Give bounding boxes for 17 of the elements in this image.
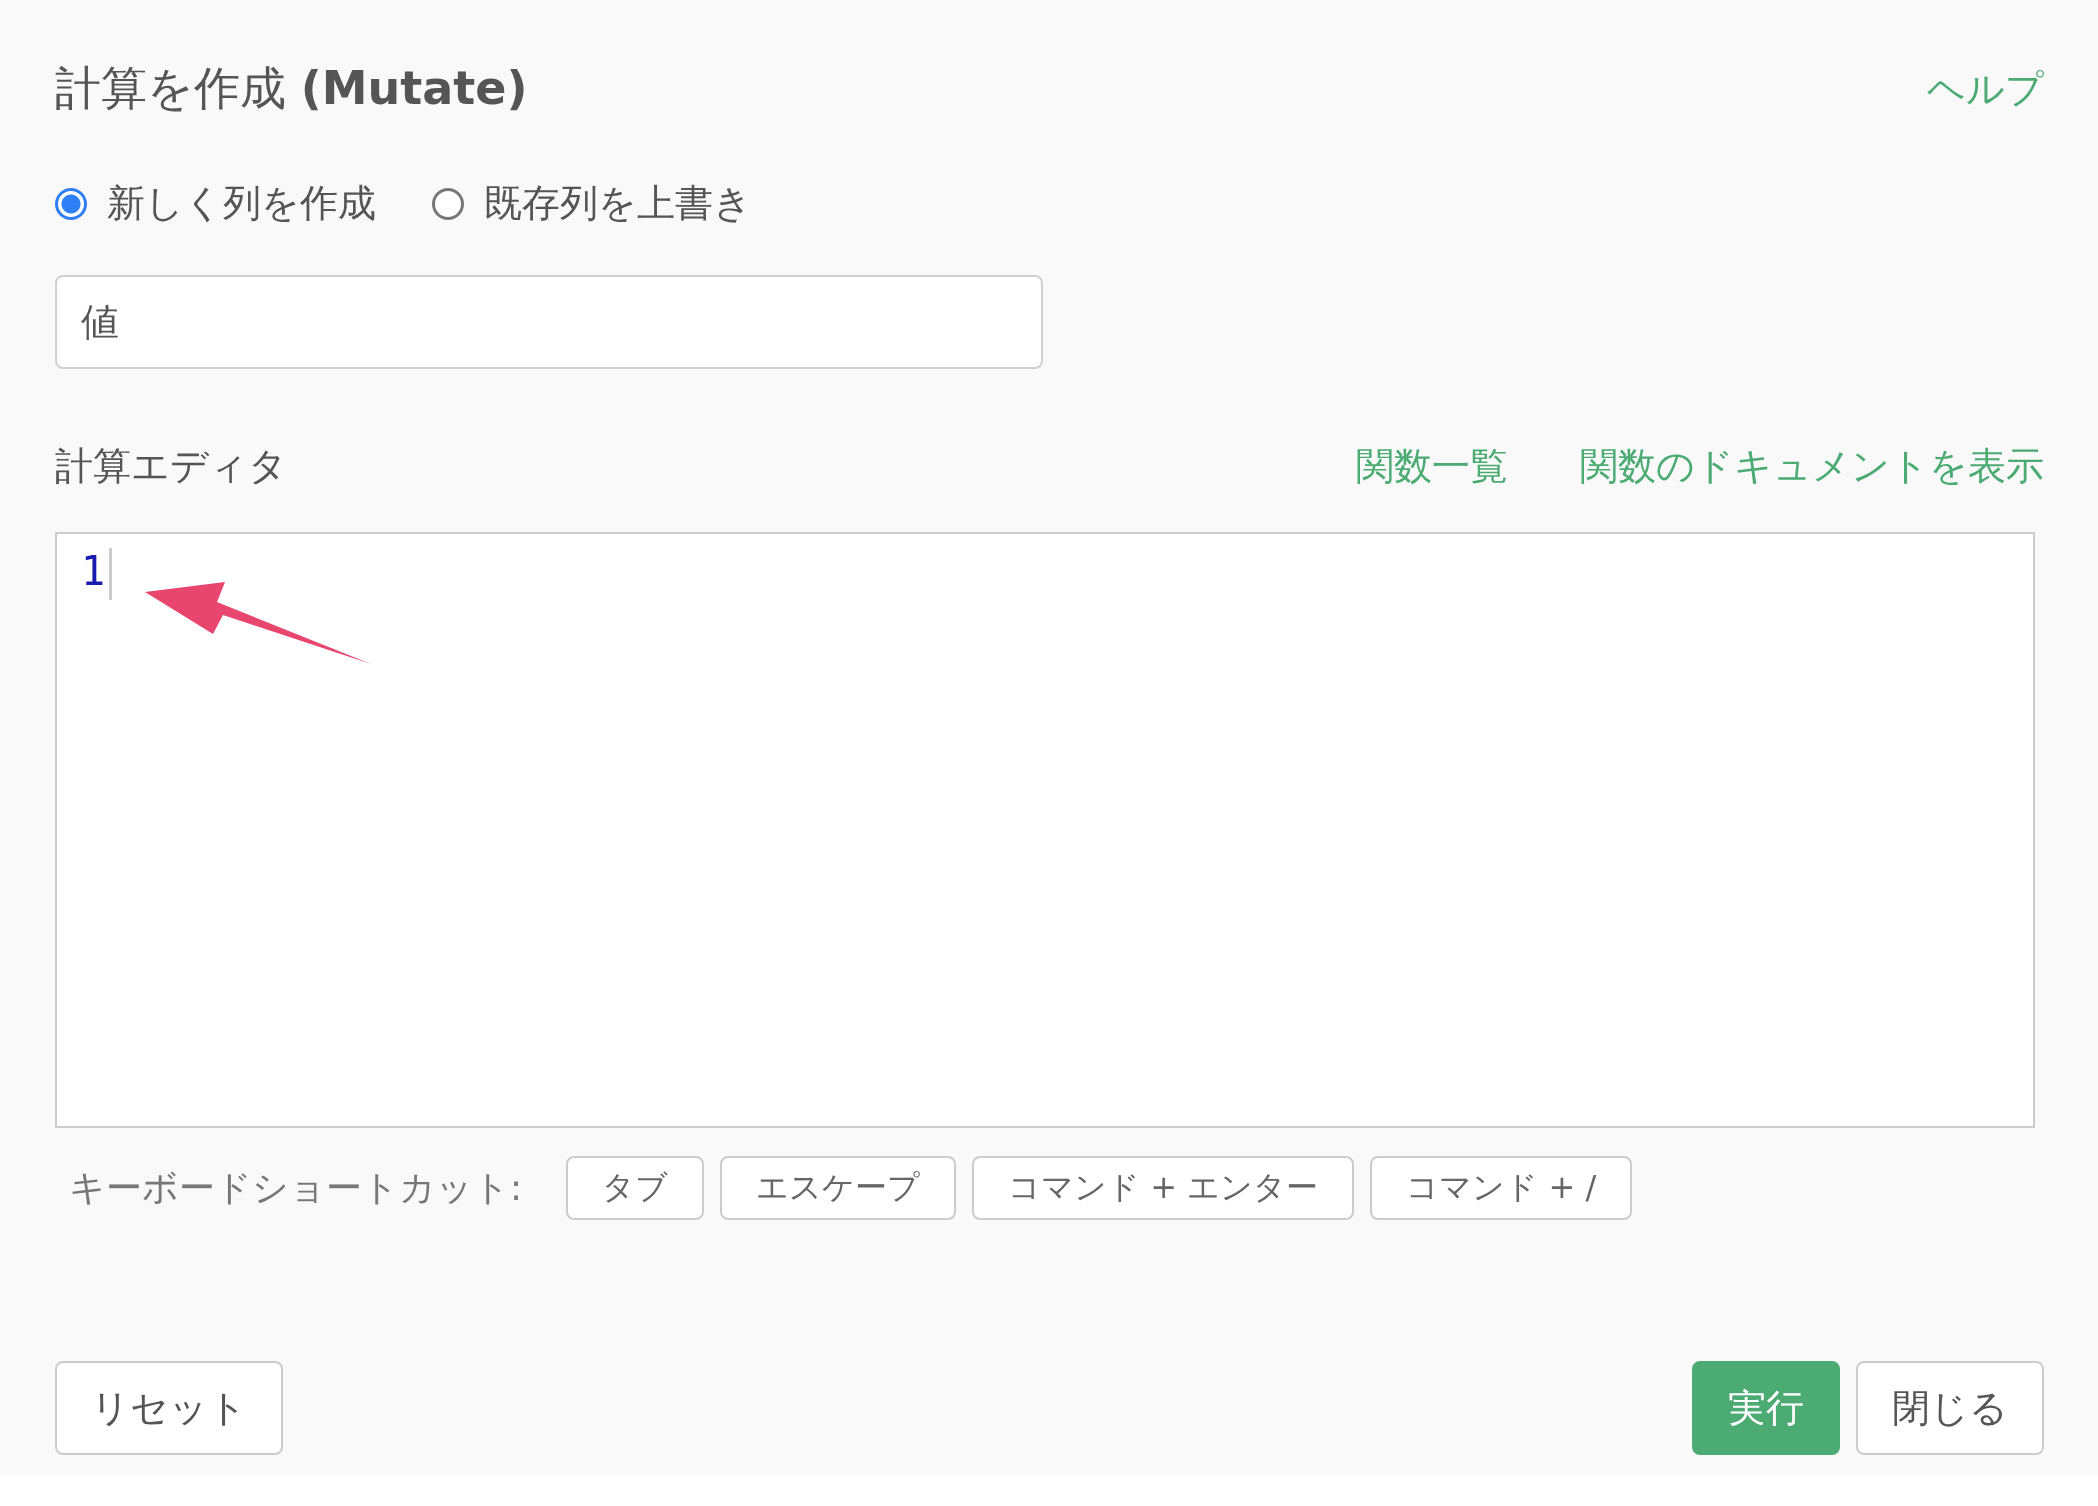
- shortcut-key: コマンド + エンター: [972, 1156, 1355, 1220]
- editor-label: 計算エディタ: [55, 443, 287, 490]
- shortcuts-label: キーボードショートカット:: [69, 1165, 523, 1210]
- code-editor[interactable]: 1: [55, 532, 2035, 1128]
- shortcut-key: タブ: [566, 1156, 705, 1220]
- radio-icon[interactable]: [55, 187, 87, 220]
- shortcut-key: コマンド + /: [1370, 1156, 1633, 1220]
- radio-option[interactable]: 既存列を上書き: [432, 178, 752, 229]
- shortcut-key: エスケープ: [720, 1156, 957, 1220]
- close-button[interactable]: 閉じる: [1856, 1361, 2044, 1455]
- reset-button[interactable]: リセット: [55, 1361, 283, 1455]
- text-cursor: [109, 548, 113, 600]
- dialog-title: 計算を作成 (Mutate): [55, 60, 528, 117]
- radio-icon[interactable]: [432, 187, 464, 220]
- column-name-field[interactable]: 値: [55, 275, 1043, 369]
- code-text: 1: [81, 548, 106, 594]
- radio-option[interactable]: 新しく列を作成: [55, 178, 376, 229]
